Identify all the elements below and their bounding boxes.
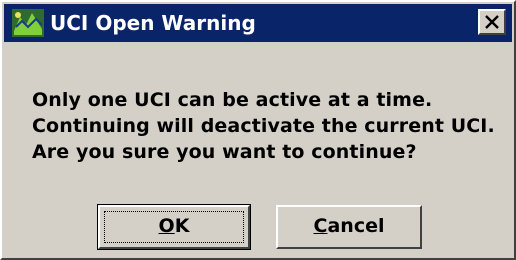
cancel-underlined-letter: C — [313, 215, 328, 237]
ok-button-label: OK — [158, 215, 190, 237]
close-button[interactable] — [478, 9, 506, 35]
message-line-2: Continuing will deactivate the current U… — [32, 115, 495, 137]
cancel-rest-letters: ancel — [327, 215, 385, 237]
ok-button[interactable]: OK — [97, 204, 251, 250]
globe-icon — [12, 9, 44, 37]
cancel-button[interactable]: Cancel — [276, 205, 422, 249]
message-line-3: Are you sure you want to continue? — [32, 141, 417, 163]
warning-dialog: UCI Open Warning Only one UCI can be act… — [0, 0, 516, 260]
cancel-button-label: Cancel — [314, 215, 385, 237]
dialog-title: UCI Open Warning — [50, 11, 256, 35]
close-icon — [485, 15, 499, 29]
message-text: Only one UCI can be active at a time. Co… — [32, 87, 502, 165]
title-bar[interactable]: UCI Open Warning — [4, 4, 512, 42]
message-line-1: Only one UCI can be active at a time. — [32, 89, 433, 111]
